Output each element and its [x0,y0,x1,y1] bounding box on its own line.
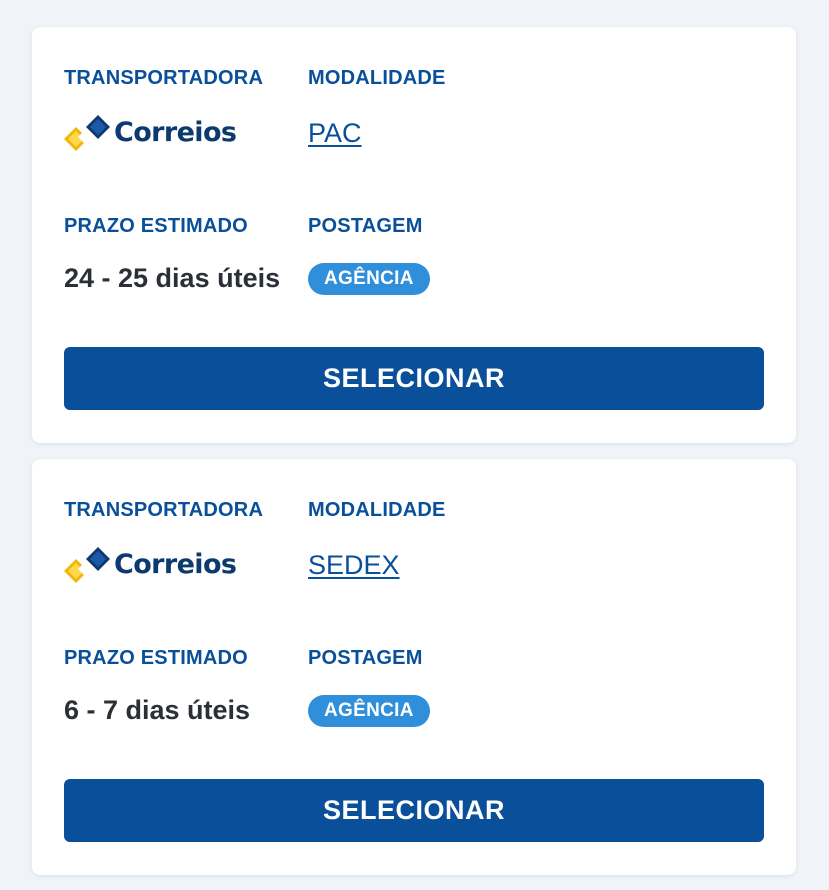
modality-label: MODALIDADE [308,499,446,521]
modality-link-sedex[interactable]: SEDEX [308,550,400,581]
estimate-label: PRAZO ESTIMADO [64,647,248,669]
select-button[interactable]: SELECIONAR [64,779,764,842]
shipping-option-card: TRANSPORTADORA MODALIDADE Correios PAC P… [32,27,796,443]
carrier-label: TRANSPORTADORA [64,67,264,89]
shipping-options-list: TRANSPORTADORA MODALIDADE Correios PAC P… [0,0,829,890]
posting-label: POSTAGEM [308,647,423,669]
shipping-option-card: TRANSPORTADORA MODALIDADE Correios SEDEX… [32,459,796,875]
carrier-logo-text: Correios [114,117,237,148]
carrier-logo: Correios [64,114,237,152]
posting-badge: AGÊNCIA [308,263,430,295]
estimate-label: PRAZO ESTIMADO [64,215,248,237]
modality-link-pac[interactable]: PAC [308,118,362,149]
carrier-logo: Correios [64,546,237,584]
carrier-label: TRANSPORTADORA [64,499,264,521]
delivery-estimate: 24 - 25 dias úteis [64,263,281,293]
modality-label: MODALIDADE [308,67,446,89]
posting-badge: AGÊNCIA [308,695,430,727]
delivery-estimate: 6 - 7 dias úteis [64,695,251,725]
correios-logo-icon [64,547,110,583]
correios-logo-icon [64,115,110,151]
select-button[interactable]: SELECIONAR [64,347,764,410]
carrier-logo-text: Correios [114,549,237,580]
posting-label: POSTAGEM [308,215,423,237]
